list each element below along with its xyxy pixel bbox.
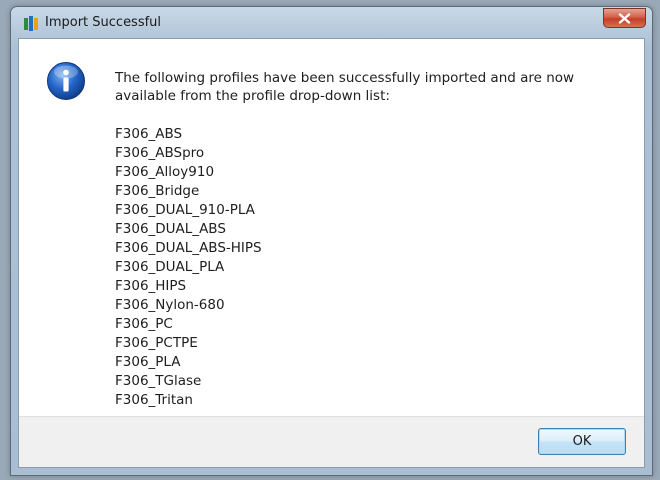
title-bar[interactable]: Import Successful [11, 7, 652, 37]
list-item: F306_Alloy910 [115, 164, 215, 180]
app-icon [24, 16, 38, 31]
information-icon [46, 61, 86, 101]
close-button[interactable] [603, 8, 646, 28]
import-successful-dialog: Import Successful The following profiles… [10, 6, 653, 476]
list-item: F306_DUAL_ABS-HIPS [115, 240, 262, 256]
dialog-message: The following profiles have been success… [115, 70, 575, 104]
list-item: F306_Nylon-680 [115, 297, 225, 313]
dialog-title: Import Successful [45, 15, 162, 30]
list-item: F306_Bridge [115, 183, 200, 199]
list-item: F306_DUAL_910-PLA [115, 202, 255, 218]
list-item: F306_ABSpro [115, 145, 205, 161]
list-item: F306_Tritan [115, 392, 193, 408]
list-item: F306_TGlase [115, 373, 202, 389]
profile-list: F306_ABS F306_ABSpro F306_Alloy910 F306_… [115, 125, 262, 410]
button-bar: OK [19, 416, 644, 467]
ok-button[interactable]: OK [538, 428, 626, 455]
dialog-content: The following profiles have been success… [18, 38, 645, 468]
list-item: F306_DUAL_ABS [115, 221, 226, 237]
list-item: F306_PC [115, 316, 173, 332]
list-item: F306_PCTPE [115, 335, 198, 351]
close-icon [618, 9, 631, 28]
list-item: F306_HIPS [115, 278, 187, 294]
list-item: F306_PLA [115, 354, 181, 370]
list-item: F306_ABS [115, 126, 183, 142]
list-item: F306_DUAL_PLA [115, 259, 225, 275]
